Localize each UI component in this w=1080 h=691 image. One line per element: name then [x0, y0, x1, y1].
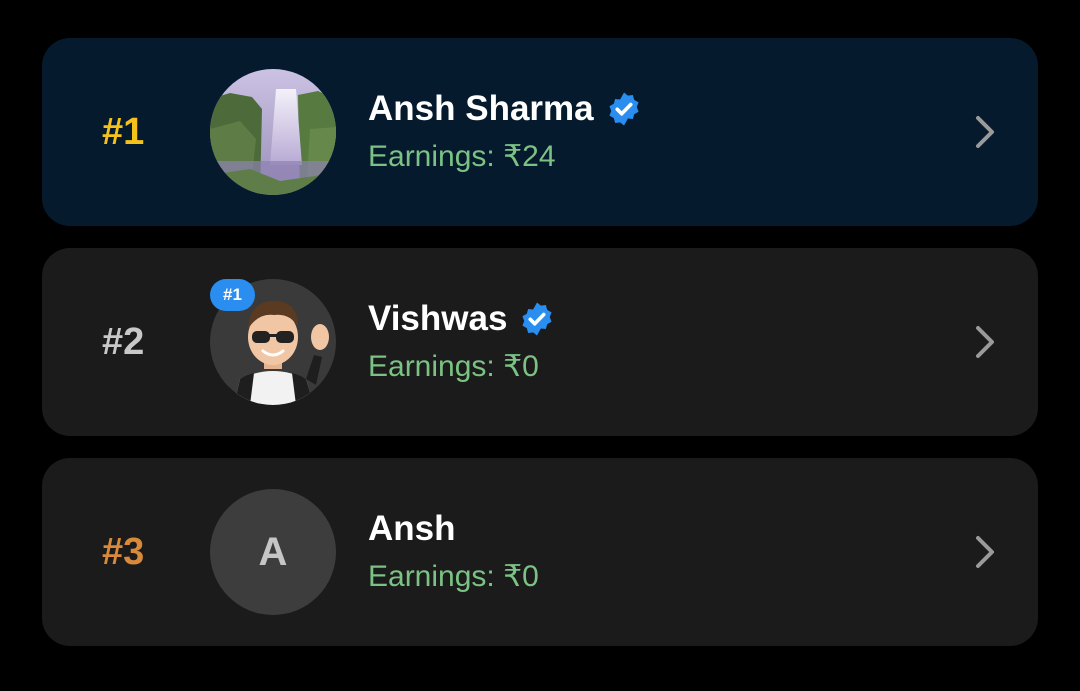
leaderboard-row-3[interactable]: #3 A Ansh Earnings: ₹0 [42, 458, 1038, 646]
rank-label: #2 [102, 321, 145, 363]
top-rank-badge: #1 [210, 279, 255, 311]
chevron-right-icon[interactable] [970, 112, 1000, 152]
leaderboard-row-2[interactable]: #2 #1 Vishwas Earnings: ₹0 [42, 248, 1038, 436]
user-name: Ansh Sharma [368, 89, 594, 128]
avatar-initial[interactable]: A [210, 489, 336, 615]
avatar[interactable] [210, 69, 336, 195]
rank-label: #1 [102, 111, 145, 153]
earnings-label: Earnings: ₹0 [368, 350, 539, 383]
chevron-right-icon[interactable] [970, 322, 1000, 362]
earnings-label: Earnings: ₹0 [368, 560, 539, 593]
name-row: Ansh [368, 508, 456, 550]
user-name: Vishwas [368, 299, 508, 338]
verified-badge-icon [522, 302, 552, 336]
name-row: Ansh Sharma [368, 88, 642, 130]
rank-label: #3 [102, 531, 145, 573]
user-name: Ansh [368, 509, 456, 548]
name-row: Vishwas [368, 298, 555, 340]
waterfall-photo [210, 69, 336, 195]
leaderboard-row-1[interactable]: #1 Ansh Sharma Earnings: ₹24 [42, 38, 1038, 226]
verified-badge-icon [609, 92, 639, 126]
earnings-label: Earnings: ₹24 [368, 140, 556, 173]
chevron-right-icon[interactable] [970, 532, 1000, 572]
